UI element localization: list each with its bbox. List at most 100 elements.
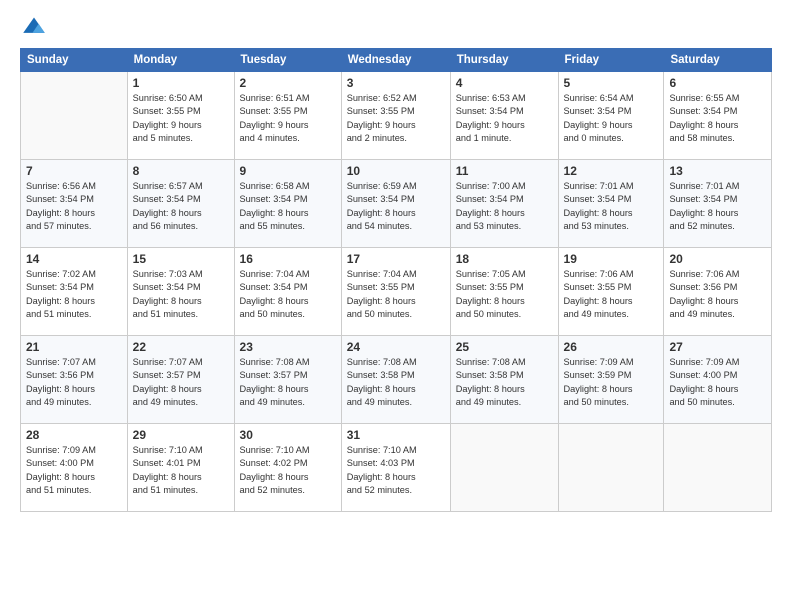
calendar-week-row: 28 Sunrise: 7:09 AM Sunset: 4:00 PM Dayli… — [21, 424, 772, 512]
day-info: Sunrise: 6:54 AM Sunset: 3:54 PM Dayligh… — [564, 92, 659, 145]
calendar-cell: 17 Sunrise: 7:04 AM Sunset: 3:55 PM Dayli… — [341, 248, 450, 336]
calendar-cell: 14 Sunrise: 7:02 AM Sunset: 3:54 PM Dayli… — [21, 248, 128, 336]
calendar-cell: 18 Sunrise: 7:05 AM Sunset: 3:55 PM Dayli… — [450, 248, 558, 336]
day-number: 2 — [240, 76, 336, 90]
day-number: 20 — [669, 252, 766, 266]
day-info: Sunrise: 6:56 AM Sunset: 3:54 PM Dayligh… — [26, 180, 122, 233]
day-number: 14 — [26, 252, 122, 266]
day-info: Sunrise: 7:01 AM Sunset: 3:54 PM Dayligh… — [564, 180, 659, 233]
day-number: 16 — [240, 252, 336, 266]
day-number: 29 — [133, 428, 229, 442]
calendar-week-row: 7 Sunrise: 6:56 AM Sunset: 3:54 PM Daylig… — [21, 160, 772, 248]
day-number: 1 — [133, 76, 229, 90]
day-info: Sunrise: 7:10 AM Sunset: 4:01 PM Dayligh… — [133, 444, 229, 497]
day-number: 28 — [26, 428, 122, 442]
day-number: 21 — [26, 340, 122, 354]
calendar-cell: 23Sunrise: 7:08 AM Sunset: 3:57 PM Dayli… — [234, 336, 341, 424]
day-number: 19 — [564, 252, 659, 266]
day-info: Sunrise: 6:58 AM Sunset: 3:54 PM Dayligh… — [240, 180, 336, 233]
day-header-saturday: Saturday — [664, 49, 772, 72]
day-info: Sunrise: 7:05 AM Sunset: 3:55 PM Dayligh… — [456, 268, 553, 321]
day-info: Sunrise: 7:06 AM Sunset: 3:55 PM Dayligh… — [564, 268, 659, 321]
calendar-week-row: 14 Sunrise: 7:02 AM Sunset: 3:54 PM Dayli… — [21, 248, 772, 336]
header — [20, 16, 772, 36]
day-number: 7 — [26, 164, 122, 178]
calendar-cell: 8 Sunrise: 6:57 AM Sunset: 3:54 PM Daylig… — [127, 160, 234, 248]
calendar-table: SundayMondayTuesdayWednesdayThursdayFrid… — [20, 48, 772, 512]
day-number: 6 — [669, 76, 766, 90]
calendar-cell: 20 Sunrise: 7:06 AM Sunset: 3:56 PM Dayli… — [664, 248, 772, 336]
calendar-cell — [21, 72, 128, 160]
calendar-cell: 7 Sunrise: 6:56 AM Sunset: 3:54 PM Daylig… — [21, 160, 128, 248]
day-info: Sunrise: 7:01 AM Sunset: 3:54 PM Dayligh… — [669, 180, 766, 233]
calendar-header-row: SundayMondayTuesdayWednesdayThursdayFrid… — [21, 49, 772, 72]
calendar-cell: 26 Sunrise: 7:09 AM Sunset: 3:59 PM Dayli… — [558, 336, 664, 424]
calendar-cell: 30 Sunrise: 7:10 AM Sunset: 4:02 PM Dayli… — [234, 424, 341, 512]
day-number: 13 — [669, 164, 766, 178]
day-info: Sunrise: 7:09 AM Sunset: 3:59 PM Dayligh… — [564, 356, 659, 409]
calendar-cell: 25Sunrise: 7:08 AM Sunset: 3:58 PM Dayli… — [450, 336, 558, 424]
calendar-cell: 1Sunrise: 6:50 AM Sunset: 3:55 PM Daylig… — [127, 72, 234, 160]
day-number: 24 — [347, 340, 445, 354]
calendar-week-row: 1Sunrise: 6:50 AM Sunset: 3:55 PM Daylig… — [21, 72, 772, 160]
day-info: Sunrise: 7:07 AM Sunset: 3:57 PM Dayligh… — [133, 356, 229, 409]
day-info: Sunrise: 7:04 AM Sunset: 3:54 PM Dayligh… — [240, 268, 336, 321]
day-header-monday: Monday — [127, 49, 234, 72]
calendar-cell: 10Sunrise: 6:59 AM Sunset: 3:54 PM Dayli… — [341, 160, 450, 248]
calendar-cell: 16 Sunrise: 7:04 AM Sunset: 3:54 PM Dayli… — [234, 248, 341, 336]
day-number: 3 — [347, 76, 445, 90]
day-info: Sunrise: 6:51 AM Sunset: 3:55 PM Dayligh… — [240, 92, 336, 145]
day-info: Sunrise: 7:08 AM Sunset: 3:58 PM Dayligh… — [456, 356, 553, 409]
day-number: 31 — [347, 428, 445, 442]
day-number: 8 — [133, 164, 229, 178]
day-info: Sunrise: 7:02 AM Sunset: 3:54 PM Dayligh… — [26, 268, 122, 321]
day-number: 9 — [240, 164, 336, 178]
calendar-cell: 28 Sunrise: 7:09 AM Sunset: 4:00 PM Dayli… — [21, 424, 128, 512]
calendar-cell: 24 Sunrise: 7:08 AM Sunset: 3:58 PM Dayli… — [341, 336, 450, 424]
day-info: Sunrise: 7:06 AM Sunset: 3:56 PM Dayligh… — [669, 268, 766, 321]
day-header-friday: Friday — [558, 49, 664, 72]
day-info: Sunrise: 7:10 AM Sunset: 4:03 PM Dayligh… — [347, 444, 445, 497]
calendar-cell — [664, 424, 772, 512]
day-number: 18 — [456, 252, 553, 266]
calendar-cell: 11 Sunrise: 7:00 AM Sunset: 3:54 PM Dayli… — [450, 160, 558, 248]
day-info: Sunrise: 7:04 AM Sunset: 3:55 PM Dayligh… — [347, 268, 445, 321]
calendar-cell: 15Sunrise: 7:03 AM Sunset: 3:54 PM Dayli… — [127, 248, 234, 336]
day-info: Sunrise: 6:55 AM Sunset: 3:54 PM Dayligh… — [669, 92, 766, 145]
calendar-cell: 5 Sunrise: 6:54 AM Sunset: 3:54 PM Daylig… — [558, 72, 664, 160]
day-info: Sunrise: 7:08 AM Sunset: 3:58 PM Dayligh… — [347, 356, 445, 409]
day-number: 5 — [564, 76, 659, 90]
day-header-tuesday: Tuesday — [234, 49, 341, 72]
page-container: SundayMondayTuesdayWednesdayThursdayFrid… — [0, 0, 792, 612]
calendar-cell: 12 Sunrise: 7:01 AM Sunset: 3:54 PM Dayli… — [558, 160, 664, 248]
day-info: Sunrise: 6:52 AM Sunset: 3:55 PM Dayligh… — [347, 92, 445, 145]
calendar-cell — [450, 424, 558, 512]
calendar-cell: 31 Sunrise: 7:10 AM Sunset: 4:03 PM Dayli… — [341, 424, 450, 512]
day-number: 30 — [240, 428, 336, 442]
day-number: 12 — [564, 164, 659, 178]
calendar-week-row: 21 Sunrise: 7:07 AM Sunset: 3:56 PM Dayli… — [21, 336, 772, 424]
day-number: 15 — [133, 252, 229, 266]
day-number: 11 — [456, 164, 553, 178]
day-number: 17 — [347, 252, 445, 266]
day-number: 26 — [564, 340, 659, 354]
calendar-cell: 21 Sunrise: 7:07 AM Sunset: 3:56 PM Dayli… — [21, 336, 128, 424]
day-info: Sunrise: 7:07 AM Sunset: 3:56 PM Dayligh… — [26, 356, 122, 409]
calendar-cell: 6 Sunrise: 6:55 AM Sunset: 3:54 PM Daylig… — [664, 72, 772, 160]
day-header-wednesday: Wednesday — [341, 49, 450, 72]
day-info: Sunrise: 7:08 AM Sunset: 3:57 PM Dayligh… — [240, 356, 336, 409]
day-info: Sunrise: 7:10 AM Sunset: 4:02 PM Dayligh… — [240, 444, 336, 497]
calendar-cell: 3 Sunrise: 6:52 AM Sunset: 3:55 PM Daylig… — [341, 72, 450, 160]
calendar-cell: 9 Sunrise: 6:58 AM Sunset: 3:54 PM Daylig… — [234, 160, 341, 248]
day-info: Sunrise: 6:57 AM Sunset: 3:54 PM Dayligh… — [133, 180, 229, 233]
day-info: Sunrise: 7:09 AM Sunset: 4:00 PM Dayligh… — [26, 444, 122, 497]
calendar-cell: 4Sunrise: 6:53 AM Sunset: 3:54 PM Daylig… — [450, 72, 558, 160]
calendar-cell: 22Sunrise: 7:07 AM Sunset: 3:57 PM Dayli… — [127, 336, 234, 424]
day-info: Sunrise: 7:00 AM Sunset: 3:54 PM Dayligh… — [456, 180, 553, 233]
logo-icon — [20, 16, 48, 36]
calendar-cell: 13 Sunrise: 7:01 AM Sunset: 3:54 PM Dayli… — [664, 160, 772, 248]
day-info: Sunrise: 6:59 AM Sunset: 3:54 PM Dayligh… — [347, 180, 445, 233]
day-info: Sunrise: 6:53 AM Sunset: 3:54 PM Dayligh… — [456, 92, 553, 145]
day-info: Sunrise: 7:09 AM Sunset: 4:00 PM Dayligh… — [669, 356, 766, 409]
calendar-cell: 27Sunrise: 7:09 AM Sunset: 4:00 PM Dayli… — [664, 336, 772, 424]
